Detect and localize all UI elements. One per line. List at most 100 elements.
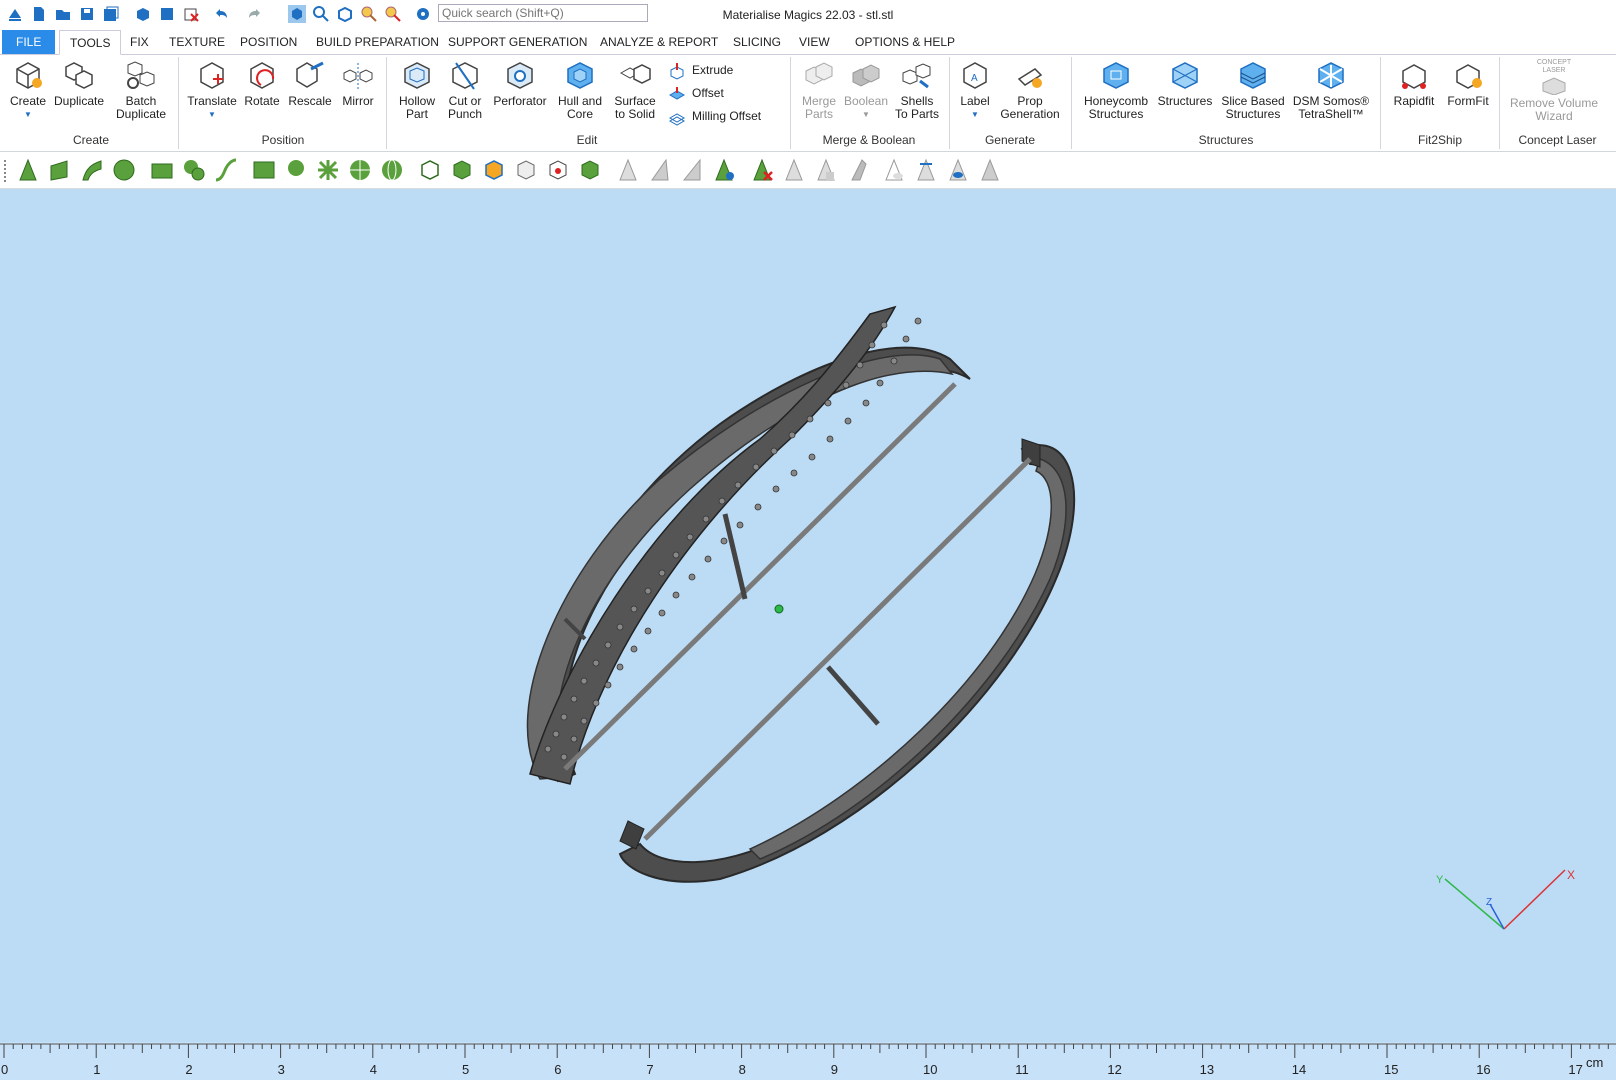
cut-or-punch-button[interactable]: Cut or Punch: [442, 59, 488, 121]
tab-position[interactable]: POSITION: [240, 32, 297, 52]
expand-marking-icon[interactable]: [712, 158, 736, 182]
unmark-all-icon[interactable]: [750, 158, 774, 182]
mark-plane-icon[interactable]: [48, 158, 72, 182]
dsm-somos-tetrashell-button[interactable]: DSM Somos® TetraShell™: [1292, 59, 1370, 121]
merge-parts-button[interactable]: Merge Parts: [796, 59, 842, 121]
hide-marked-icon[interactable]: [882, 158, 906, 182]
mark-curve-icon[interactable]: [214, 158, 238, 182]
group-edit-label: Edit: [576, 133, 598, 147]
label-dropdown-icon[interactable]: ▼: [954, 108, 996, 121]
translate-button[interactable]: Translate ▼: [184, 59, 240, 121]
wall-thickness-marking-icon[interactable]: [914, 158, 938, 182]
mark-surface-icon[interactable]: [80, 158, 104, 182]
tab-file[interactable]: FILE: [2, 30, 56, 54]
select-all-parts-icon[interactable]: [450, 158, 474, 182]
mark-triangle-icon[interactable]: [16, 158, 40, 182]
slice-based-structures-button[interactable]: Slice Based Structures: [1218, 59, 1288, 121]
3d-viewport[interactable]: X Y Z: [0, 189, 1616, 1042]
group-generate-label: Generate: [984, 133, 1036, 147]
formfit-button[interactable]: FormFit: [1442, 59, 1494, 108]
mark-shell-icon[interactable]: [112, 158, 136, 182]
rotate-button[interactable]: Rotate: [240, 59, 284, 108]
formfit-icon: [1456, 64, 1482, 89]
mark-wireframe-icon[interactable]: [316, 158, 340, 182]
ruler-tick-label: 7: [646, 1062, 653, 1077]
unmark-plane-icon[interactable]: [648, 158, 672, 182]
hollow-part-icon: [404, 62, 430, 89]
tab-fix[interactable]: FIX: [130, 32, 149, 52]
merge-parts-icon: [805, 62, 833, 85]
ruler-scale: 0 1 2 3 4 5 6 7 8 9 10 11 12 13 14 15 16 17 cm: [0, 1043, 1616, 1077]
shells-to-parts-button[interactable]: Shells To Parts: [892, 59, 942, 121]
tab-options-help[interactable]: OPTIONS & HELP: [855, 32, 955, 52]
prop-generation-icon: [1017, 68, 1043, 88]
rotate-icon: [250, 62, 275, 89]
honeycomb-structures-button[interactable]: Honeycomb Structures: [1080, 59, 1152, 121]
concept-laser-logo: CONCEPT LASER: [1536, 59, 1572, 74]
structures-button[interactable]: Structures: [1154, 59, 1216, 108]
create-button[interactable]: Create ▼: [6, 59, 50, 121]
boolean-dropdown-icon[interactable]: ▼: [842, 108, 890, 121]
select-marked-part-icon[interactable]: [546, 158, 570, 182]
shells-to-parts-icon: [902, 63, 931, 89]
mark-contour-icon[interactable]: [182, 158, 206, 182]
surface-to-solid-button[interactable]: Surface to Solid: [608, 59, 662, 121]
mark-box-icon[interactable]: [252, 158, 276, 182]
duplicate-label: Duplicate: [53, 94, 105, 108]
tab-texture[interactable]: TEXTURE: [169, 32, 225, 52]
mark-sphere-icon[interactable]: [348, 158, 372, 182]
duplicate-button[interactable]: Duplicate: [52, 59, 106, 108]
extrude-button[interactable]: Extrude: [668, 62, 733, 80]
create-dropdown-icon[interactable]: ▼: [6, 108, 50, 121]
remove-volume-wizard-button[interactable]: CONCEPT LASER Remove Volume Wizard: [1504, 59, 1604, 123]
tab-analyze-report[interactable]: ANALYZE & REPORT: [600, 32, 718, 52]
select-green-part-icon[interactable]: [578, 158, 602, 182]
select-flat-icon[interactable]: [978, 158, 1002, 182]
hollow-part-button[interactable]: Hollow Part: [394, 59, 440, 121]
show-marked-icon[interactable]: [946, 158, 970, 182]
batch-duplicate-label-2: Duplicate: [115, 107, 167, 121]
merge-parts-label-2: Parts: [804, 107, 833, 121]
select-box-part-icon[interactable]: [514, 158, 538, 182]
perforator-button[interactable]: Perforator: [490, 59, 550, 108]
rapidfit-button[interactable]: Rapidfit: [1388, 59, 1440, 108]
toolbar-grip[interactable]: [4, 160, 8, 182]
mark-globe-icon[interactable]: [380, 158, 404, 182]
select-color-part-icon[interactable]: [482, 158, 506, 182]
label-button[interactable]: A Label ▼: [954, 59, 996, 121]
milling-offset-button[interactable]: Milling Offset: [668, 108, 761, 126]
rescale-button[interactable]: Rescale: [286, 59, 334, 108]
hull-and-core-icon: [567, 62, 593, 89]
x-axis-label: X: [1567, 868, 1575, 882]
tab-slicing[interactable]: SLICING: [733, 32, 781, 52]
batch-duplicate-button[interactable]: Batch Duplicate: [110, 59, 172, 121]
mirror-button[interactable]: Mirror: [336, 59, 380, 108]
bracelet-model[interactable]: X Y Z: [0, 189, 1616, 1042]
translate-dropdown-icon[interactable]: ▼: [184, 108, 240, 121]
boolean-icon: [852, 64, 880, 87]
tab-support-generation[interactable]: SUPPORT GENERATION: [448, 32, 587, 52]
select-part-icon[interactable]: [418, 158, 442, 182]
cut-or-punch-label-2: Punch: [447, 107, 483, 121]
invert-marking-icon[interactable]: [782, 158, 806, 182]
extrude-label: Extrude: [692, 63, 734, 78]
tab-view[interactable]: VIEW: [799, 32, 830, 52]
unmark-triangle-icon[interactable]: [616, 158, 640, 182]
shrink-marking-icon[interactable]: [846, 158, 870, 182]
cut-or-punch-icon: [452, 62, 478, 90]
mark-brush-icon[interactable]: [284, 158, 308, 182]
formfit-label: FormFit: [1447, 94, 1489, 108]
tab-tools[interactable]: TOOLS: [59, 30, 122, 55]
prop-generation-button[interactable]: Prop Generation: [996, 59, 1064, 121]
mark-window-icon[interactable]: [150, 158, 174, 182]
boolean-button[interactable]: Boolean ▼: [842, 59, 890, 121]
hull-and-core-button[interactable]: Hull and Core: [554, 59, 606, 121]
tab-build-preparation[interactable]: BUILD PREPARATION: [316, 32, 439, 52]
rapidfit-icon: [1402, 64, 1426, 89]
milling-offset-label: Milling Offset: [692, 109, 762, 124]
grow-marking-icon[interactable]: [814, 158, 838, 182]
label-label: Label: [960, 94, 990, 108]
unmark-surface-icon[interactable]: [680, 158, 704, 182]
offset-button[interactable]: Offset: [668, 85, 724, 103]
ruler-tick-label: 5: [462, 1062, 469, 1077]
